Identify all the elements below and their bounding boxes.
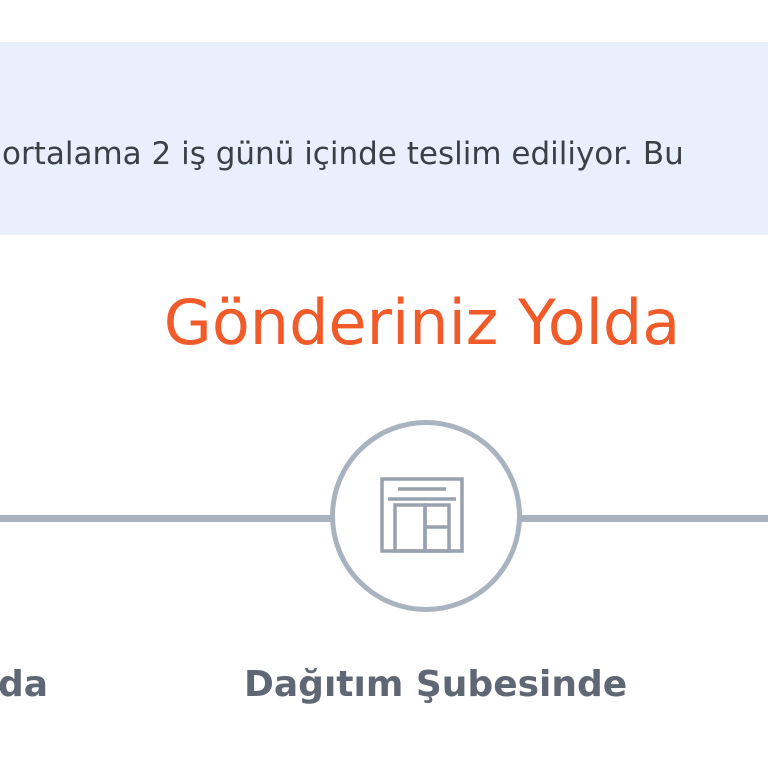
step-circle-distribution-branch (330, 420, 522, 612)
branch-building-icon (380, 477, 464, 553)
progress-line-left (0, 515, 332, 522)
step-label-distribution-branch: Dağıtım Şubesinde (244, 664, 628, 705)
info-banner-text: ortalama 2 iş günü içinde teslim ediliyo… (2, 136, 684, 172)
step-label-previous: da (0, 664, 49, 705)
progress-line-right (518, 515, 768, 522)
shipment-status-title: Gönderiniz Yolda (163, 286, 681, 359)
shipment-tracking-page: ortalama 2 iş günü içinde teslim ediliyo… (0, 0, 768, 768)
info-banner: ortalama 2 iş günü içinde teslim ediliyo… (0, 42, 768, 235)
